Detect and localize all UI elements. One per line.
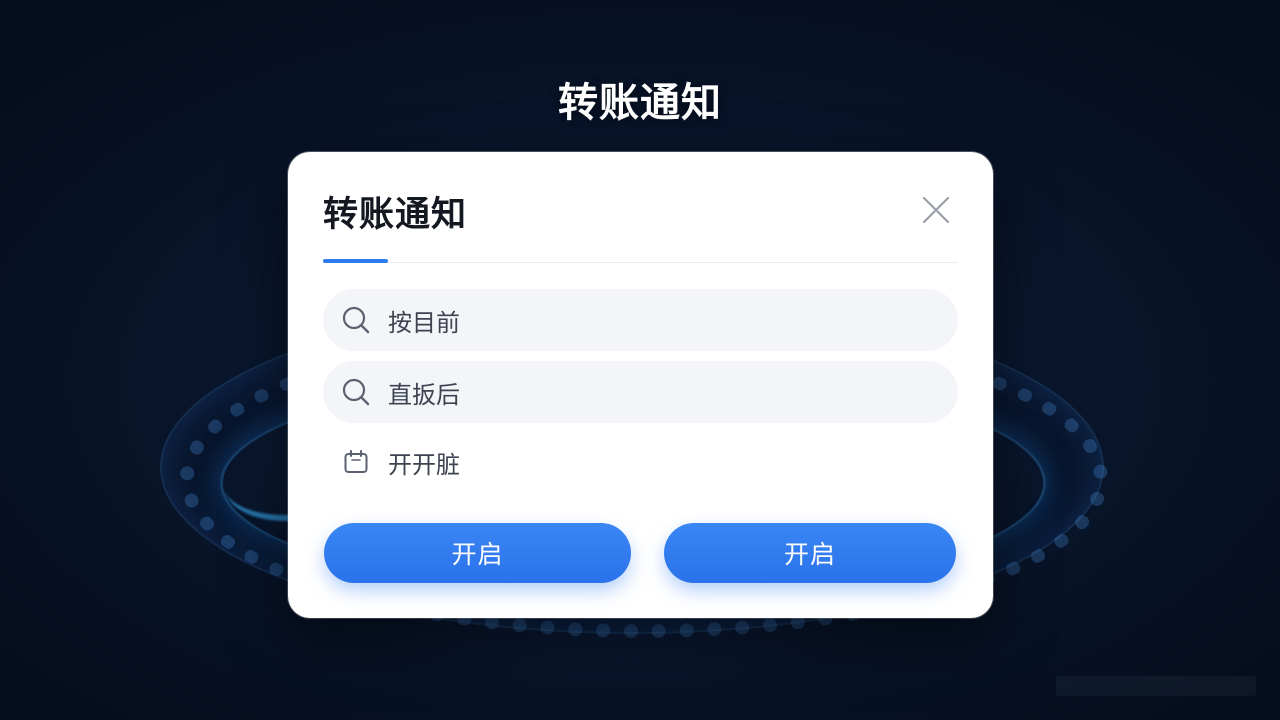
enable-button-right[interactable]: 开启 <box>664 523 956 583</box>
active-tab-indicator <box>323 259 388 263</box>
search-field-2[interactable]: 直扳后 <box>323 361 958 423</box>
date-picker-field[interactable]: 开开脏 <box>323 440 623 484</box>
calendar-icon <box>341 447 371 477</box>
enable-button-left[interactable]: 开启 <box>324 523 631 583</box>
search-icon <box>341 377 371 407</box>
transfer-notice-dialog: 转账通知 按目前 直扳后 开开脏 开启 开启 <box>288 152 993 618</box>
search-icon <box>341 305 371 335</box>
close-button[interactable] <box>920 194 952 226</box>
search-field-2-text: 直扳后 <box>388 380 460 409</box>
header-divider <box>323 262 958 263</box>
close-icon <box>922 196 950 224</box>
watermark <box>1056 672 1256 706</box>
page-title: 转账通知 <box>558 80 722 126</box>
search-field-1[interactable]: 按目前 <box>323 289 958 351</box>
dialog-title: 转账通知 <box>323 195 468 235</box>
search-field-1-text: 按目前 <box>388 308 460 337</box>
date-picker-text: 开开脏 <box>388 450 460 479</box>
watermark-graphic <box>1056 676 1256 696</box>
